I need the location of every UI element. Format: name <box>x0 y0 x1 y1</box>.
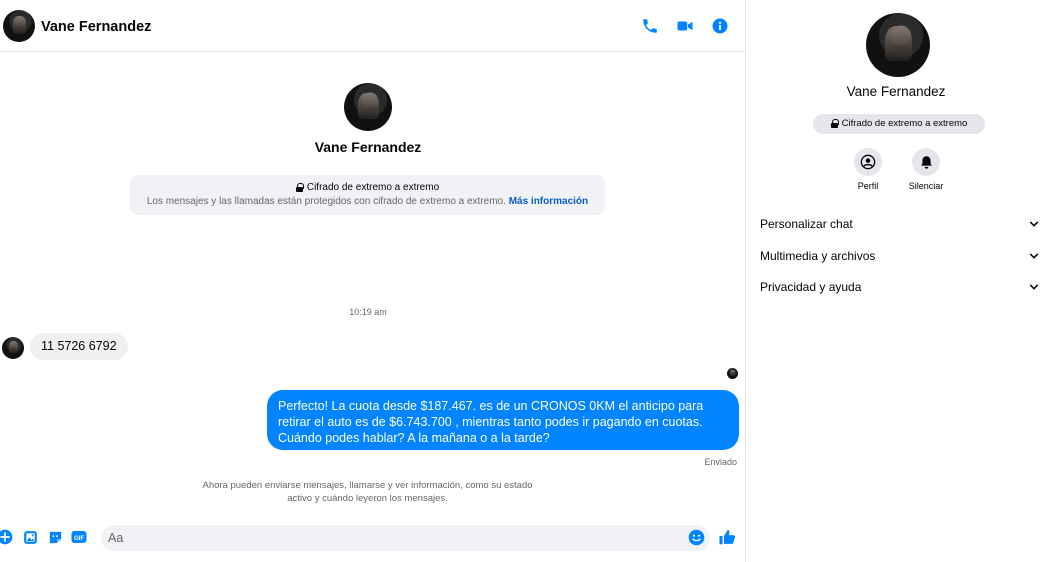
profile-button[interactable]: Perfil <box>838 148 898 191</box>
chat-pane: Vane Fernandez Vane Fernandez Cifrado de… <box>0 0 746 562</box>
plus-icon[interactable] <box>0 528 14 546</box>
thumbs-up-icon[interactable] <box>718 528 736 546</box>
section-privacy-help[interactable]: Privacidad y ayuda <box>760 277 1040 297</box>
emoji-icon[interactable] <box>687 528 705 546</box>
sender-avatar[interactable] <box>2 337 24 359</box>
message-status: Enviado <box>704 457 737 467</box>
more-info-link[interactable]: Más información <box>509 196 588 207</box>
e2e-badge[interactable]: Cifrado de extremo a extremo <box>813 114 985 134</box>
phone-icon[interactable] <box>639 15 661 37</box>
e2e-title-text: Cifrado de extremo a extremo <box>306 182 440 193</box>
section-label: Personalizar chat <box>760 217 853 231</box>
e2e-title: Cifrado de extremo a extremo <box>130 182 605 193</box>
image-icon[interactable] <box>21 528 39 546</box>
section-media-files[interactable]: Multimedia y archivos <box>760 246 1040 266</box>
incoming-message[interactable]: 11 5726 6792 <box>30 333 128 360</box>
video-camera-icon[interactable] <box>674 15 696 37</box>
chevron-down-icon <box>1028 250 1040 262</box>
lock-icon <box>830 119 839 128</box>
chevron-down-icon <box>1028 218 1040 230</box>
profile-icon <box>854 148 882 176</box>
bell-icon <box>912 148 940 176</box>
message-input[interactable] <box>101 525 710 551</box>
profile-label: Perfil <box>857 181 879 191</box>
info-icon[interactable] <box>709 15 731 37</box>
section-label: Privacidad y ayuda <box>760 280 862 294</box>
contact-name[interactable]: Vane Fernandez <box>41 19 151 35</box>
info-avatar <box>866 13 930 77</box>
chat-header: Vane Fernandez <box>0 0 746 52</box>
connection-info-note: Ahora pueden enviarse mensajes, llamarse… <box>202 480 533 504</box>
chevron-down-icon <box>1028 281 1040 293</box>
mute-button[interactable]: Silenciar <box>896 148 956 191</box>
sticker-icon[interactable] <box>46 528 64 546</box>
seen-indicator-avatar <box>727 368 738 379</box>
e2e-notice: Cifrado de extremo a extremo Los mensaje… <box>130 175 605 215</box>
section-label: Multimedia y archivos <box>760 249 876 263</box>
section-customize-chat[interactable]: Personalizar chat <box>760 214 1040 234</box>
e2e-description: Los mensajes y las llamadas están proteg… <box>130 196 605 207</box>
info-contact-name: Vane Fernandez <box>846 84 946 99</box>
gif-label: GIF <box>74 536 84 542</box>
outgoing-message[interactable]: Perfecto! La cuota desde $187.467. es de… <box>267 390 739 450</box>
lock-icon <box>295 183 304 192</box>
intro-avatar <box>344 83 392 131</box>
composer: GIF <box>0 520 746 556</box>
contact-avatar[interactable] <box>3 10 35 42</box>
intro-contact-name: Vane Fernandez <box>314 139 422 155</box>
message-timestamp: 10:19 am <box>349 307 387 317</box>
e2e-badge-text: Cifrado de extremo a extremo <box>841 118 968 129</box>
gif-icon[interactable]: GIF <box>70 528 88 546</box>
e2e-description-text: Los mensajes y las llamadas están proteg… <box>146 196 506 207</box>
conversation-info-panel: Vane Fernandez Cifrado de extremo a extr… <box>747 0 1045 562</box>
mute-label: Silenciar <box>908 181 944 191</box>
